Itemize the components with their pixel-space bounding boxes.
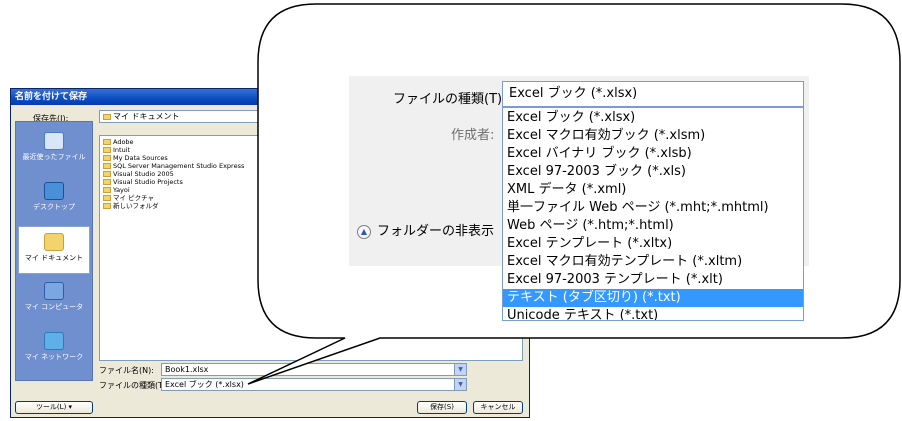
author-label: 作成者: <box>451 128 495 143</box>
filetype-option[interactable]: Excel 97-2003 テンプレート (*.xlt) <box>503 271 803 289</box>
filetype-option[interactable]: Excel マクロ有効テンプレート (*.xltm) <box>503 253 803 271</box>
chevron-up-icon: ▲ <box>357 224 371 239</box>
filetype-option[interactable]: Excel ブック (*.xlsx) <box>503 109 803 127</box>
filetype-select-zoom[interactable]: Excel ブック (*.xlsx) <box>502 81 804 107</box>
filetype-option[interactable]: Excel 97-2003 ブック (*.xls) <box>503 163 803 181</box>
filetype-dropdown[interactable]: Excel ブック (*.xlsx) Excel マクロ有効ブック (*.xls… <box>502 107 804 321</box>
filetype-option[interactable]: Excel マクロ有効ブック (*.xlsm) <box>503 127 803 145</box>
zoomed-inset: ファイルの種類(T): Excel ブック (*.xlsx) 作成者: ▲ フォル… <box>349 76 809 321</box>
filetype-option[interactable]: テキスト (タブ区切り) (*.txt) <box>503 289 803 307</box>
filetype-label-zoom: ファイルの種類(T): <box>393 92 507 107</box>
filetype-option[interactable]: Excel バイナリ ブック (*.xlsb) <box>503 145 803 163</box>
filetype-option[interactable]: 単一ファイル Web ページ (*.mht;*.mhtml) <box>503 199 803 217</box>
filetype-option[interactable]: Unicode テキスト (*.txt) <box>503 307 803 320</box>
hide-folders-label: フォルダーの非表示 <box>377 224 495 239</box>
filetype-option[interactable]: Web ページ (*.htm;*.html) <box>503 217 803 235</box>
hide-folders-toggle[interactable]: ▲ フォルダーの非表示 <box>357 220 494 239</box>
filetype-option[interactable]: Excel テンプレート (*.xltx) <box>503 235 803 253</box>
filetype-option[interactable]: XML データ (*.xml) <box>503 181 803 199</box>
